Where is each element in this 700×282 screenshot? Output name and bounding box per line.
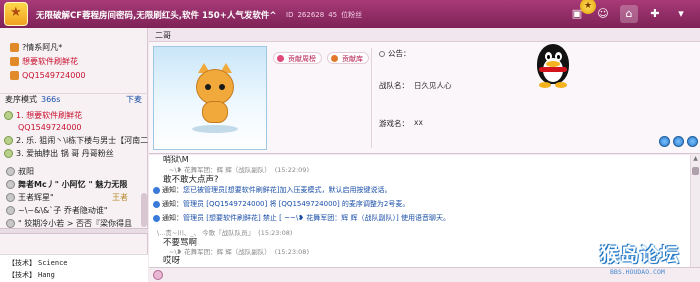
system-notice: 通知：管理员 [QQ1549724000] 将 [QQ1549724000] 的… (153, 199, 409, 209)
notice-icon (153, 200, 160, 208)
weekly-contribution-button[interactable]: 贡献周榜 (273, 52, 322, 64)
mic-queue-icon (4, 136, 13, 145)
member-icon (6, 193, 15, 202)
online-count: 45 (328, 11, 338, 19)
detail-row: 【技术】Hang ug (8, 271, 55, 279)
search-round-icon[interactable] (673, 136, 684, 147)
system-notice: 通知：您已被管理员[想要软件刷鲜花]加入压麦模式，默认启用按键说话。 (153, 185, 391, 195)
sidebar-scrollbar[interactable] (141, 193, 147, 227)
info-round-icon[interactable] (687, 136, 698, 147)
channel-logo-icon (4, 2, 28, 26)
cat-mascot-body (202, 101, 228, 123)
member-icon (6, 219, 15, 228)
chevron-down-icon[interactable]: ▾ (672, 5, 690, 23)
watermark-title: 猴岛论坛 (600, 244, 681, 266)
member-item[interactable]: 叔阳 (0, 166, 148, 178)
channel-header: 二哥 (149, 28, 700, 42)
queue-item[interactable]: 2. 乐. 狙闹丶\i栋下楼与男士【河南二区 (0, 135, 148, 147)
list-item[interactable]: 想要软件刷鲜花 (0, 56, 148, 68)
notice-icon (153, 214, 160, 222)
queue-mode-header: 麦序模式 366s 下麦 (0, 93, 148, 105)
house-icon (10, 43, 19, 52)
queue-mode-label: 麦序模式 (5, 95, 37, 104)
fans-label: 位粉丝 (341, 11, 363, 19)
detail-row: 【技术】 Science (8, 259, 68, 267)
member-tag: 王者 (112, 193, 128, 202)
member-item[interactable]: 王者辉星" 王者 (0, 192, 148, 204)
chat-message: 哨狱\M (163, 155, 189, 164)
mic-queue-icon (4, 149, 13, 158)
picture-icon[interactable]: ▣ (568, 5, 586, 23)
qq-penguin-icon (531, 44, 575, 90)
channel-info-panel: 贡献周榜 贡献库 公告： 战队名： 日久见人心 游戏名： xx (149, 42, 700, 154)
notice-icon (153, 186, 160, 194)
queue-mode-count: 366s (41, 95, 61, 104)
member-item[interactable]: 舞者Mc丿" 小阿忆 " 魅力无限 (0, 179, 148, 191)
chat-meta: \...贵~川、_、 今歌『战队队员』 (15:23:08) (157, 229, 293, 237)
home-icon[interactable]: ⌂ (620, 5, 638, 23)
chat-message: 哎呀 (163, 256, 181, 266)
sidebar-splitter[interactable] (0, 228, 148, 234)
forum-watermark: 猴岛论坛 BBS.HOUDAO.COM (596, 240, 700, 282)
scroll-thumb[interactable] (692, 167, 699, 175)
emoji-icon[interactable] (153, 270, 163, 280)
id-value: 262628 (297, 11, 325, 19)
titlebar-toolbar: ▣ ☺ ⌂ ✚ ▾ (568, 5, 690, 23)
member-detail-panel: 【技术】Science 【技术】Hang ug (0, 254, 148, 282)
queue-item-sub: QQ1549724000 (18, 123, 82, 132)
system-notice: 通知：管理员 [想要软件刷鲜花] 禁止 [ ~~\❥ 花舞军团：辉 辉（战队副队… (153, 213, 450, 223)
list-item[interactable]: QQ1549724000 (0, 70, 148, 82)
channel-banner-image (153, 46, 267, 150)
contribution-library-button[interactable]: 贡献库 (327, 52, 369, 64)
channel-title: 无限破解CF蓉程房间密码,无限刷红头,软件 150+人气发软件^ (36, 11, 277, 21)
channel-id: ID 262628 45 位粉丝 (282, 10, 362, 20)
id-label: ID (286, 11, 294, 19)
list-item[interactable]: ?情系阿凡* (0, 42, 148, 54)
queue-item[interactable]: 3. 爱抽脖出 锅 哥 丹哥粉丝 (0, 148, 148, 160)
member-icon (6, 167, 15, 176)
cat-mascot-icon (196, 69, 234, 105)
title-bar: 无限破解CF蓉程房间密码,无限刷红头,软件 150+人气发软件^ ID26262… (0, 0, 700, 28)
user-icon[interactable]: ☺ (594, 5, 612, 23)
member-icon (6, 206, 15, 215)
queue-item[interactable]: 1. 想要软件刷鲜花 (0, 110, 148, 122)
settings-round-icon[interactable] (659, 136, 670, 147)
member-item[interactable]: ~\~&\&`子 乔者隐动谁" (0, 205, 148, 217)
chat-meta: ~\❥ 花舞军团：辉 辉（战队副队） (15:23:08) (169, 248, 309, 256)
team-name-row: 战队名： 日久见人心 (379, 81, 452, 90)
announcement-label: 公告： (379, 48, 411, 59)
house-icon (10, 71, 19, 80)
member-sidebar: ?情系阿凡* 想要软件刷鲜花 QQ1549724000 麦序模式 366s 下麦 … (0, 28, 148, 282)
cat-mascot-shadow (192, 125, 238, 133)
announcement-icon (379, 51, 385, 57)
leave-mic-button[interactable]: 下麦 (126, 94, 142, 106)
game-name-row: 游戏名： xx (379, 118, 423, 128)
house-icon (10, 57, 19, 66)
channel-name: 二哥 (155, 31, 171, 40)
member-icon (6, 180, 15, 189)
scroll-up-icon[interactable]: ▲ (692, 155, 699, 162)
mic-queue-icon (4, 111, 13, 120)
chat-meta: ~\❥ 花舞军团：辉 辉（战队副队） (15:22:09) (169, 166, 309, 174)
panel-divider (371, 48, 372, 148)
chat-message: 敢不敢大点声? (163, 175, 219, 185)
watermark-url: BBS.HOUDAO.COM (610, 268, 665, 276)
tools-icon[interactable]: ✚ (646, 5, 664, 23)
